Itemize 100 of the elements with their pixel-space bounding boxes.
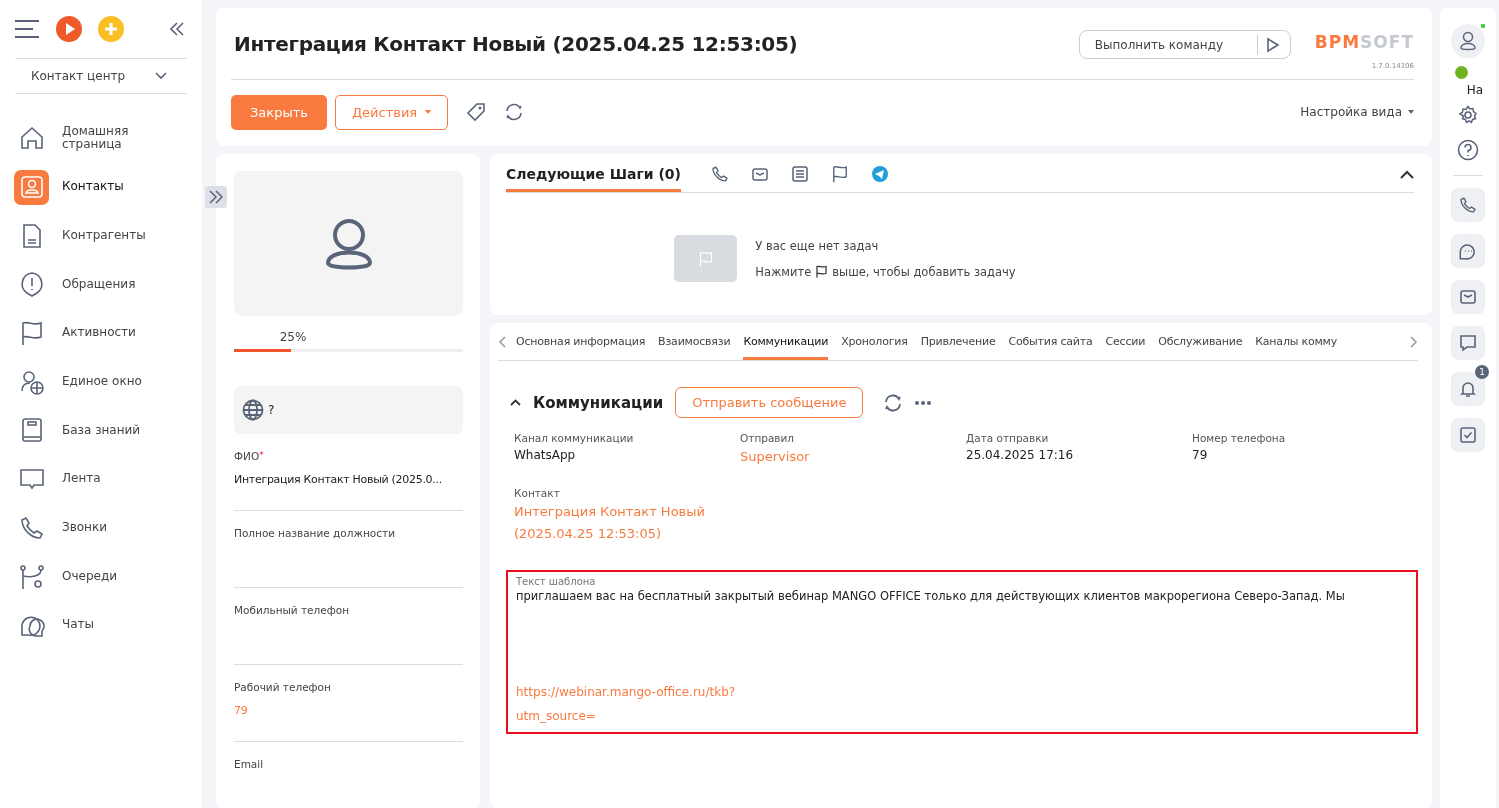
field-label: Номер телефона [1192, 432, 1287, 444]
flag-icon [697, 250, 714, 267]
command-field[interactable]: Выполнить команду [1079, 36, 1257, 53]
collapse-icon[interactable] [170, 22, 184, 36]
phone-icon [18, 514, 45, 541]
field-value: WhatsApp [514, 447, 577, 464]
tab[interactable]: Коммуникации [743, 323, 829, 360]
hint-text: Нажмите [755, 264, 812, 279]
logo: BPMSOFT [1314, 32, 1414, 52]
mail-icon [1459, 288, 1477, 306]
form-field[interactable]: Рабочий телефон 79 [234, 665, 463, 742]
timezone-value: ? [268, 403, 275, 417]
form-field[interactable]: Мобильный телефон [234, 588, 463, 665]
expand-button[interactable] [205, 186, 227, 208]
field-value: 79 [1192, 447, 1209, 464]
refresh-icon[interactable] [504, 102, 525, 122]
list-icon[interactable] [791, 165, 809, 183]
caret-icon [1408, 110, 1414, 114]
sidebar-item[interactable]: Домашняя страница [0, 114, 202, 163]
command-bar[interactable]: Выполнить команду [1078, 30, 1291, 59]
view-settings-button[interactable]: Настройка вида [1300, 105, 1414, 119]
tab[interactable]: Привлечение [920, 323, 996, 360]
flag-icon[interactable] [831, 165, 849, 183]
tasks-button[interactable] [1451, 418, 1485, 452]
field-value: Интеграция Контакт Новый (2025.0... [234, 472, 442, 488]
tab[interactable]: Взаимосвязи [658, 323, 731, 360]
tag-icon[interactable] [466, 102, 487, 122]
avatar[interactable] [1451, 24, 1485, 58]
form-field[interactable]: Полное название должности [234, 511, 463, 588]
phone-button[interactable] [1451, 188, 1485, 222]
flag-icon [815, 265, 829, 278]
required-mark: * [259, 450, 264, 460]
empty-message: У вас еще нет задач [755, 238, 880, 253]
queue-icon [18, 563, 45, 590]
field-value: 79 [234, 703, 248, 719]
field-label: Контакт [514, 487, 561, 500]
form-field[interactable]: ФИО* Интеграция Контакт Новый (2025.0... [234, 434, 463, 511]
tab[interactable]: Основная информация [516, 323, 646, 360]
contact-icon [18, 174, 45, 201]
next-steps-tab[interactable]: Следующие Шаги (0) [506, 156, 681, 192]
photo-placeholder[interactable] [234, 171, 463, 316]
field-value: 25.04.2025 17:16 [966, 447, 1075, 464]
page-title: Интеграция Контакт Новый (2025.04.25 12:53:05) [234, 32, 799, 56]
sidebar-item[interactable]: Единое окно [0, 357, 202, 407]
tab[interactable]: Обслуживание [1158, 323, 1243, 360]
tab[interactable]: Сессии [1105, 323, 1146, 360]
sidebar-item[interactable]: Контрагенты [0, 211, 202, 261]
field-label: Отправил [740, 432, 796, 444]
sidebar-item[interactable]: Очереди [0, 552, 202, 601]
sidebar-item[interactable]: Лента [0, 454, 202, 504]
chevrons-right-icon [209, 190, 223, 204]
play-icon[interactable] [56, 16, 82, 42]
form-field[interactable]: Email [234, 742, 463, 808]
refresh-icon[interactable] [883, 392, 904, 413]
tab[interactable]: Хронология [841, 323, 908, 360]
sidebar-item[interactable]: Контакты [0, 162, 202, 212]
field-label: Email [234, 758, 264, 770]
more-icon[interactable] [915, 400, 932, 405]
tab[interactable]: События сайта [1008, 323, 1093, 360]
field-label: Полное название должности [234, 527, 395, 539]
field-label: Мобильный телефон [234, 604, 349, 616]
sidebar-item[interactable]: Активности [0, 308, 202, 358]
mail-button[interactable] [1451, 280, 1485, 314]
hint-text: выше, чтобы добавить задачу [832, 264, 1016, 279]
chevron-up-icon[interactable] [510, 399, 521, 406]
sidebar-item[interactable]: База знаний [0, 406, 202, 455]
user-icon [323, 216, 374, 271]
sidebar-item[interactable]: Чаты [0, 600, 202, 650]
collapse-icon[interactable] [1400, 169, 1414, 179]
chat-icon [1459, 334, 1477, 352]
phone-icon[interactable] [711, 165, 729, 183]
sidebar-item[interactable]: Звонки [0, 503, 202, 553]
chevron-right-icon[interactable] [1410, 335, 1418, 348]
alert-icon [18, 271, 45, 298]
workplace-dropdown[interactable]: Контакт центр [15, 58, 187, 94]
chevron-left-icon[interactable] [498, 335, 506, 348]
status-dot[interactable] [1454, 66, 1468, 79]
menu-icon[interactable] [14, 20, 40, 38]
settings-icon[interactable] [1458, 105, 1478, 125]
field-label: Дата отправки [966, 432, 1050, 444]
chats-button[interactable] [1451, 234, 1485, 268]
section-title: Коммуникации [533, 393, 664, 412]
bell-icon [1459, 380, 1477, 398]
field-label: ФИО [234, 450, 260, 462]
sidebar-item[interactable]: Обращения [0, 260, 202, 309]
userglobe-icon [18, 368, 45, 395]
telegram-icon[interactable] [871, 165, 889, 183]
tab[interactable]: Каналы комму [1255, 323, 1337, 360]
mail-icon[interactable] [751, 165, 769, 183]
field-label: Текст шаблона [516, 576, 597, 588]
play-icon[interactable] [1265, 36, 1280, 53]
user-icon [1459, 31, 1477, 51]
chat-button[interactable] [1451, 326, 1485, 360]
chats-icon [1458, 241, 1478, 261]
help-icon[interactable] [1457, 139, 1479, 161]
field-label: Рабочий телефон [234, 681, 331, 693]
notification-count: 1 [1475, 365, 1489, 379]
home-icon [18, 125, 45, 152]
caret-icon [425, 110, 432, 114]
status-label: На [1466, 83, 1484, 97]
